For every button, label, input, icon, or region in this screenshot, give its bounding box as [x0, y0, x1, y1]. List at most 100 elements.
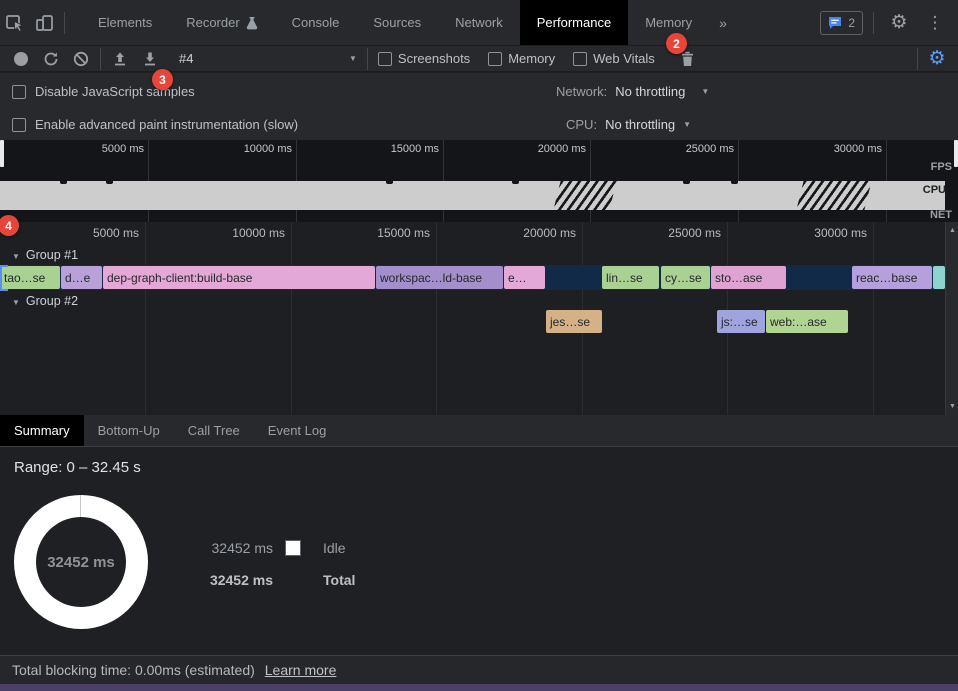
- timeline-overview[interactable]: 5000 ms10000 ms15000 ms20000 ms25000 ms3…: [0, 140, 958, 222]
- divider: [917, 48, 918, 70]
- flame-event-label: js:…se: [717, 315, 758, 329]
- tab-label: Memory: [645, 15, 692, 30]
- details-tab-summary[interactable]: Summary: [0, 415, 84, 446]
- tab-performance[interactable]: Performance: [520, 0, 628, 45]
- flame-event-bar[interactable]: jes…se: [546, 310, 602, 333]
- checkbox[interactable]: [573, 52, 587, 66]
- chevron-down-icon: ▼: [701, 87, 709, 96]
- inspect-element-icon[interactable]: [0, 8, 30, 38]
- flame-event-bar[interactable]: workspac…ld-base: [376, 266, 503, 289]
- flame-tick-label: 10000 ms: [145, 226, 285, 240]
- chevron-down-icon: ▼: [683, 120, 691, 129]
- network-throttling[interactable]: Network: No throttling ▼: [556, 84, 709, 99]
- tabstrip-right-cluster: 2 ⚙ ⋮: [820, 8, 958, 38]
- total-blocking-time-text: Total blocking time: 0.00ms (estimated): [12, 662, 255, 678]
- checkbox-label: Enable advanced paint instrumentation (s…: [35, 117, 298, 132]
- flame-event-bar[interactable]: reac…base: [852, 266, 932, 289]
- tab-elements[interactable]: Elements: [81, 0, 169, 45]
- capture-config-rows: Disable JavaScript samples Enable advanc…: [0, 73, 958, 140]
- group-header-group-2[interactable]: Group #2: [12, 292, 78, 309]
- checkbox[interactable]: [378, 52, 392, 66]
- flame-event-bar[interactable]: web:…ase: [766, 310, 848, 333]
- kebab-menu-icon[interactable]: ⋮: [920, 8, 950, 38]
- capture-checkbox-memory[interactable]: Memory: [488, 51, 555, 66]
- divider: [64, 12, 65, 34]
- tab-sources[interactable]: Sources: [356, 0, 438, 45]
- flame-event-bar[interactable]: sto…ase: [711, 266, 786, 289]
- chevron-down-icon[interactable]: ▼: [349, 54, 357, 63]
- capture-checkbox-screenshots[interactable]: Screenshots: [378, 51, 470, 66]
- flame-event-bar[interactable]: cy…se: [661, 266, 710, 289]
- summary-legend: 32452 msIdle32452 msTotal: [207, 532, 355, 596]
- flame-event-bar[interactable]: js:…se: [717, 310, 765, 333]
- summary-panel: Range: 0 – 32.45 s 32452 ms 32452 msIdle…: [0, 447, 958, 655]
- details-tab-event-log[interactable]: Event Log: [254, 415, 341, 446]
- flame-event-bar[interactable]: e…: [504, 266, 545, 289]
- device-toolbar-icon[interactable]: [30, 8, 60, 38]
- details-tab-bottom-up[interactable]: Bottom-Up: [84, 415, 174, 446]
- checkbox[interactable]: [488, 52, 502, 66]
- capture-checkbox-web-vitals[interactable]: Web Vitals: [573, 51, 655, 66]
- clear-icon[interactable]: [66, 44, 96, 74]
- flame-event-bar[interactable]: [933, 266, 945, 289]
- settings-gear-icon[interactable]: ⚙: [884, 8, 914, 38]
- capture-settings-gear-icon[interactable]: ⚙: [922, 44, 952, 74]
- flame-event-bar[interactable]: d…e: [61, 266, 102, 289]
- overview-tick-label: 25000 ms: [594, 143, 734, 155]
- legend-value: 32452 ms: [207, 540, 273, 556]
- learn-more-link[interactable]: Learn more: [265, 662, 337, 678]
- checkbox[interactable]: [12, 85, 26, 99]
- overview-left-handle[interactable]: [0, 140, 4, 167]
- flame-tick-label: 15000 ms: [290, 226, 430, 240]
- network-throttling-value: No throttling: [615, 84, 685, 99]
- beaker-icon: [246, 16, 258, 30]
- cpu-hatch-region: [796, 181, 871, 210]
- issues-counter[interactable]: 2: [820, 11, 863, 35]
- details-tab-label: Call Tree: [188, 423, 240, 438]
- details-tab-label: Event Log: [268, 423, 327, 438]
- annotation-badge-3[interactable]: 3: [152, 69, 173, 90]
- flame-event-bar[interactable]: tao…se: [0, 266, 60, 289]
- fps-lane-label: FPS: [931, 161, 952, 173]
- flame-tick-label: 30000 ms: [727, 226, 867, 240]
- checkbox-label: Screenshots: [398, 51, 470, 66]
- overview-tick-label: 10000 ms: [152, 143, 292, 155]
- advanced-paint-row[interactable]: Enable advanced paint instrumentation (s…: [12, 117, 298, 132]
- flame-event-bar[interactable]: dep-graph-client:build-base: [103, 266, 375, 289]
- tab-recorder[interactable]: Recorder: [169, 0, 274, 45]
- group-header-group-1[interactable]: Group #1: [12, 246, 78, 263]
- flame-event-bar[interactable]: lin…se: [602, 266, 659, 289]
- reload-record-icon[interactable]: [36, 44, 66, 74]
- more-tabs-chevron[interactable]: »: [709, 15, 737, 31]
- checkbox-label: Memory: [508, 51, 555, 66]
- message-bubble-icon: [828, 16, 842, 29]
- cpu-lane-label: CPU: [923, 184, 946, 196]
- cpu-throttling[interactable]: CPU: No throttling ▼: [566, 117, 691, 132]
- record-icon[interactable]: [6, 44, 36, 74]
- checkbox[interactable]: [12, 118, 26, 132]
- annotation-badge-2[interactable]: 2: [666, 33, 687, 54]
- summary-donut-chart: 32452 ms: [14, 495, 148, 629]
- tab-label: Elements: [98, 15, 152, 30]
- tab-console[interactable]: Console: [275, 0, 357, 45]
- tab-label: Recorder: [186, 15, 239, 30]
- flame-chart[interactable]: 5000 ms10000 ms15000 ms20000 ms25000 ms3…: [0, 222, 958, 415]
- history-select[interactable]: #4: [179, 51, 349, 66]
- scroll-down-icon[interactable]: ▼: [946, 403, 958, 410]
- scroll-up-icon[interactable]: ▲: [946, 227, 958, 234]
- tab-network[interactable]: Network: [438, 0, 520, 45]
- details-tab-call-tree[interactable]: Call Tree: [174, 415, 254, 446]
- overview-tick-label: 15000 ms: [299, 143, 439, 155]
- cpu-notch: [60, 181, 67, 184]
- devtools-tab-strip: Elements Recorder ConsoleSourcesNetworkPer…: [0, 0, 958, 46]
- triangle-down-icon: [12, 248, 20, 262]
- cpu-notch: [106, 181, 113, 184]
- cpu-notch: [683, 181, 690, 184]
- divider: [367, 48, 368, 70]
- flame-event-label: dep-graph-client:build-base: [103, 271, 252, 285]
- vertical-scrollbar[interactable]: ▲ ▼: [945, 222, 958, 415]
- legend-value: 32452 ms: [207, 572, 273, 588]
- cpu-notch: [512, 181, 519, 184]
- overview-right-handle[interactable]: [954, 140, 958, 167]
- load-profile-icon[interactable]: [105, 44, 135, 74]
